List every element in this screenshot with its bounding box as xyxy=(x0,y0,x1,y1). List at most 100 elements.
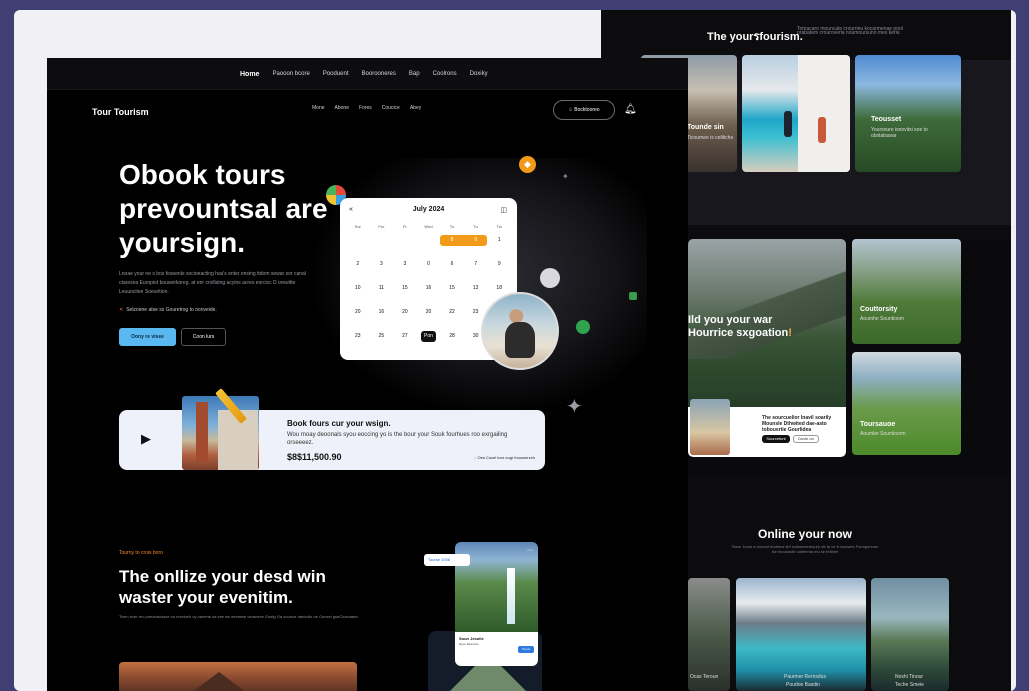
topnav-item[interactable]: Doxiky xyxy=(470,71,488,78)
topnav-item[interactable]: Coolrons xyxy=(433,71,457,78)
sparkle-icon: ✦ xyxy=(562,172,569,181)
promo-secondary-button[interactable]: Duvle on xyxy=(793,435,819,443)
white-building xyxy=(798,55,850,172)
calendar-day[interactable]: 20 xyxy=(393,307,417,318)
subnav-item[interactable]: Mone xyxy=(312,105,325,111)
online-section-title: Online your now xyxy=(758,527,853,541)
topnav-item[interactable]: Pooduent xyxy=(323,71,349,78)
topnav-item-home[interactable]: Home xyxy=(240,71,259,78)
phone-info-panel: Soun Jesolle Dpve Resuces Toons xyxy=(455,632,538,666)
right-page-subtitle: Tomacaro mouncale crourrieu kocarmenae p… xyxy=(797,26,903,36)
side-card-label: Couttorsity xyxy=(860,306,898,313)
calendar-day[interactable]: 28 xyxy=(440,331,464,342)
subnav-item[interactable]: Coucice xyxy=(382,105,400,111)
booking-card-image xyxy=(182,396,259,470)
calendar-day[interactable] xyxy=(393,235,417,246)
calendar-day[interactable]: 13 xyxy=(464,283,488,294)
hero-check-text: Selzoene atse ss Gouretrog to oonveide. xyxy=(126,307,217,313)
promo-card-text: The sourcuelior Inavil soarily Mounsle D… xyxy=(762,415,832,433)
side-card-hills[interactable]: Toursauoe Aoumbe Sountioorm xyxy=(852,352,961,455)
weekday-label: Wed xyxy=(424,224,433,229)
phone-action-button[interactable]: Toons xyxy=(518,646,534,653)
gallery-sub: Ticoumee is ceiltiche xyxy=(687,135,734,141)
hero-checklist-item: ✕ Selzoene atse ss Gouretrog to oonveide. xyxy=(119,307,217,313)
booking-card[interactable]: ▶ Book fours cur your wsign. Wou moay de… xyxy=(119,388,545,470)
booking-description: Wou moay deoonals syou eoccing yo is the… xyxy=(287,432,508,446)
topnav-item[interactable]: Bap xyxy=(409,71,420,78)
subnav-item[interactable]: Abone xyxy=(335,105,349,111)
topnav-item[interactable]: Paooon bcore xyxy=(272,71,309,78)
book-tour-button[interactable]: ♤ Bocktooreo xyxy=(553,100,615,120)
bottom-photo-shore[interactable]: Ocas Teroun xyxy=(688,578,730,691)
calendar-day[interactable] xyxy=(417,235,441,246)
calendar-day[interactable]: 1 xyxy=(487,235,511,246)
calendar-day-selected[interactable]: 9 xyxy=(463,235,488,246)
subnav-item[interactable]: Fores xyxy=(359,105,372,111)
check-icon: ✕ xyxy=(119,307,124,313)
more-icon[interactable]: ⋯ xyxy=(527,547,533,554)
hero-primary-button[interactable]: Oony re visee xyxy=(119,328,176,346)
calendar-day[interactable]: 20 xyxy=(417,307,441,318)
promo-title: Ild you your war Hourrice sxgoation! xyxy=(688,314,838,340)
calendar-day[interactable]: 25 xyxy=(370,331,394,342)
bottom-photo-label: Paurmer Rernsdus xyxy=(784,674,826,680)
tour-chip[interactable]: Tourse 1006 xyxy=(424,554,470,566)
camera-icon[interactable]: ◫ xyxy=(500,206,507,214)
calendar-day-selected[interactable]: 8 xyxy=(440,235,464,246)
weekday-label: Tw xyxy=(496,224,502,229)
calendar-day[interactable]: 11 xyxy=(370,283,394,294)
calendar-day[interactable]: 3 xyxy=(393,259,417,270)
calendar-weekday-row: Sor Fro Fr Wed Tu Tu Tw xyxy=(346,224,511,229)
calendar-day[interactable]: 20 xyxy=(346,307,370,318)
weekday-label: Fro xyxy=(378,224,385,229)
bottom-photo-lake[interactable]: Paurmer Rernsdus Pourbie Basdin xyxy=(736,578,866,691)
play-icon[interactable]: ▶ xyxy=(141,431,151,447)
calendar-day[interactable]: 9 xyxy=(487,259,511,270)
side-card-sub: Aoumhe Sountioom xyxy=(860,316,904,322)
gallery-label: Teousset xyxy=(871,116,902,123)
calendar-day[interactable]: 16 xyxy=(370,307,394,318)
calendar-month: July 2024 xyxy=(412,206,445,213)
top-navigation: Home Paooon bcore Pooduent Boorooneres B… xyxy=(47,58,688,90)
calendar-day[interactable]: 10 xyxy=(346,283,370,294)
calendar-day[interactable]: 0 xyxy=(417,259,441,270)
weekday-label: Sor xyxy=(354,224,361,229)
gallery-photo-mountains[interactable]: Teousset Yoursoure isnovitsi xoe to obst… xyxy=(855,55,961,172)
calendar-day[interactable]: 16 xyxy=(417,283,441,294)
calendar-day[interactable]: 23 xyxy=(346,331,370,342)
hero-secondary-button[interactable]: Coon lurs xyxy=(181,328,226,346)
brand-logo[interactable]: Tour Tourism xyxy=(92,107,149,117)
section-description: Tisen bcer reo preuedsioave no renckwir … xyxy=(119,614,359,619)
promo-thumbnail xyxy=(690,399,730,455)
promo-card[interactable]: Ild you your war Hourrice sxgoation! The… xyxy=(688,239,846,457)
bottom-photo-palm[interactable]: Noshi Tinour Teche Smeie xyxy=(871,578,949,691)
booking-price: $8$11,500.90 xyxy=(287,452,342,462)
calendar-day-today[interactable]: Pon xyxy=(420,331,437,342)
side-card-valley[interactable]: Couttorsity Aoumhe Sountioom xyxy=(852,239,961,344)
calendar-day[interactable]: 2 xyxy=(346,259,370,270)
calendar-day[interactable]: 7 xyxy=(464,259,488,270)
traveler-figure xyxy=(505,322,535,358)
topnav-item[interactable]: Boorooneres xyxy=(362,71,396,78)
promo-primary-button[interactable]: Sourcefunt xyxy=(762,435,790,443)
right-page-title: The yourรfourism. xyxy=(707,31,803,43)
main-page: Home Paooon bcore Pooduent Boorooneres B… xyxy=(47,58,688,691)
booking-link[interactable]: ◌ Oes Cocel toor ougr fnouwerzxh xyxy=(474,455,535,460)
bell-icon[interactable]: 🔔︎ xyxy=(624,104,637,115)
subnav-item[interactable]: Abey xyxy=(410,105,421,111)
mountain-shape xyxy=(179,672,259,691)
section-eyebrow: Tourny to crois boro xyxy=(119,550,163,556)
calendar-day[interactable]: 15 xyxy=(440,283,464,294)
section-title: The onllize your desd win waster your ev… xyxy=(119,567,326,607)
calendar-day[interactable]: 3 xyxy=(370,259,394,270)
calendar-day[interactable] xyxy=(370,235,394,246)
calendar-day[interactable]: 27 xyxy=(393,331,417,342)
calendar-day[interactable]: 18 xyxy=(487,283,511,294)
calendar-day[interactable] xyxy=(346,235,370,246)
plane-icon: ✦ xyxy=(566,396,583,418)
calendar-day[interactable]: 15 xyxy=(393,283,417,294)
calendar-day[interactable]: 6 xyxy=(440,259,464,270)
gallery-photo-lake[interactable] xyxy=(742,55,850,172)
calendar-day[interactable]: 22 xyxy=(440,307,464,318)
bottom-photo-sub: Pourbie Basdin xyxy=(786,682,820,688)
